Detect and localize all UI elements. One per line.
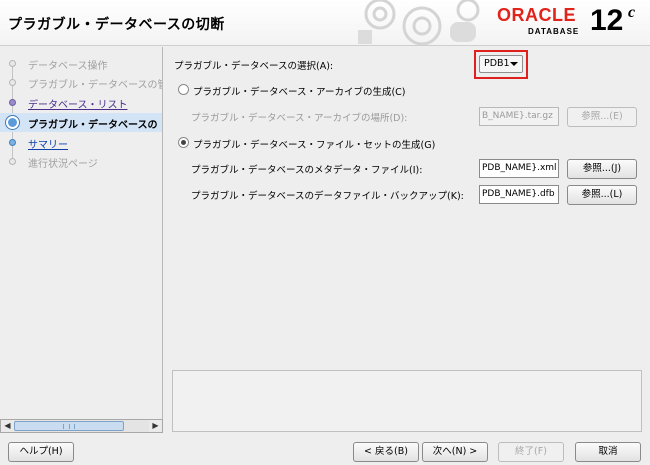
browse-archive-button[interactable]: 参照...(E) xyxy=(567,107,637,127)
step-database-list[interactable]: データベース・リスト xyxy=(0,93,162,112)
nav-horizontal-scrollbar[interactable]: ◀ ▶ xyxy=(0,419,163,433)
step-dot-icon xyxy=(9,99,16,106)
finish-button[interactable]: 終了(F) xyxy=(498,442,564,462)
step-pdb-unplug-current: プラガブル・データベースの xyxy=(0,113,162,132)
oracle-logo: ORACLE xyxy=(497,5,576,25)
archive-location-field[interactable]: B_NAME}.tar.gz xyxy=(479,107,559,126)
step-current-dot-icon xyxy=(6,116,19,129)
step-label[interactable]: サマリー xyxy=(28,136,68,151)
page-title: プラガブル・データベースの切断 xyxy=(8,17,225,33)
oracle-logo-version: 12 xyxy=(590,4,624,37)
archive-location-label: プラガブル・データベース・アーカイブの場所(D): xyxy=(191,113,408,124)
step-dot-icon xyxy=(9,79,16,86)
step-dot-icon xyxy=(9,139,16,146)
datafile-backup-field[interactable]: PDB_NAME}.dfb xyxy=(479,185,559,204)
next-button[interactable]: 次へ(N) > xyxy=(422,442,488,462)
step-summary[interactable]: サマリー xyxy=(0,133,162,152)
archive-radio-label[interactable]: プラガブル・データベース・アーカイブの生成(C) xyxy=(193,84,406,98)
help-button[interactable]: ヘルプ(H) xyxy=(8,442,74,462)
back-button[interactable]: < 戻る(B) xyxy=(353,442,419,462)
archive-radio[interactable] xyxy=(178,84,189,95)
grip-icon xyxy=(63,424,75,429)
datafile-backup-label: プラガブル・データベースのデータファイル・バックアップ(K): xyxy=(191,191,464,202)
message-area xyxy=(172,370,642,432)
scroll-left-arrow-icon[interactable]: ◀ xyxy=(1,420,14,432)
oracle-logo-product: DATABASE xyxy=(528,27,580,36)
step-pdb-management: プラガブル・データベースの管 xyxy=(0,73,163,92)
pdb-selected-value: PDB1 xyxy=(484,58,510,69)
step-label: プラガブル・データベースの xyxy=(28,120,158,131)
scroll-right-arrow-icon[interactable]: ▶ xyxy=(149,420,162,432)
step-progress: 進行状況ページ xyxy=(0,152,162,171)
step-label: プラガブル・データベースの管 xyxy=(28,80,163,91)
step-label: 進行状況ページ xyxy=(28,159,98,170)
chevron-down-icon xyxy=(510,62,518,66)
browse-metadata-button[interactable]: 参照...(J) xyxy=(567,159,637,179)
header-banner: プラガブル・データベースの切断 ORACLE DATABASE 12 c xyxy=(0,0,650,46)
step-dot-icon xyxy=(9,158,16,165)
step-label[interactable]: データベース・リスト xyxy=(28,96,128,111)
step-dot-icon xyxy=(9,60,16,67)
gears-decoration-icon xyxy=(358,0,480,45)
step-database-operation: データベース操作 xyxy=(0,54,162,73)
pdb-select-dropdown[interactable]: PDB1 xyxy=(479,55,523,73)
fileset-radio[interactable] xyxy=(178,137,189,148)
metadata-file-label: プラガブル・データベースのメタデータ・ファイル(I): xyxy=(191,165,423,176)
metadata-file-field[interactable]: PDB_NAME}.xml xyxy=(479,159,559,178)
scrollbar-thumb[interactable] xyxy=(14,421,124,431)
pdb-select-label: プラガブル・データベースの選択(A): xyxy=(174,61,334,72)
fileset-radio-label[interactable]: プラガブル・データベース・ファイル・セットの生成(G) xyxy=(193,137,435,151)
browse-datafile-button[interactable]: 参照...(L) xyxy=(567,185,637,205)
wizard-steps-panel: データベース操作 プラガブル・データベースの管 データベース・リスト プラガブル… xyxy=(0,47,163,419)
step-label: データベース操作 xyxy=(28,61,108,72)
oracle-logo-version-suffix: c xyxy=(628,4,636,21)
cancel-button[interactable]: 取消 xyxy=(575,442,641,462)
